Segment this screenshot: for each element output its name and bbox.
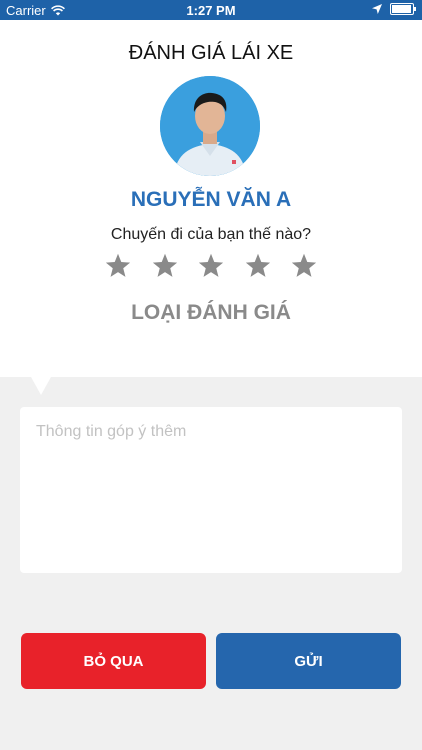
- star-rating[interactable]: [104, 252, 318, 282]
- skip-button[interactable]: BỎ QUA: [21, 633, 206, 689]
- driver-avatar: [160, 76, 260, 176]
- status-time: 1:27 PM: [186, 3, 236, 18]
- location-arrow-icon: [372, 4, 382, 14]
- feedback-input[interactable]: [20, 407, 402, 573]
- star-icon-5[interactable]: [290, 252, 318, 280]
- star-icon-1[interactable]: [104, 252, 132, 280]
- status-right: [372, 3, 416, 15]
- rating-card: ĐÁNH GIÁ LÁI XE NGUYỄN VĂN A Chuyến đi c…: [0, 20, 422, 377]
- battery-icon: [390, 3, 416, 15]
- star-icon-2[interactable]: [151, 252, 179, 280]
- status-bar: Carrier 1:27 PM: [0, 0, 422, 20]
- driver-name: NGUYỄN VĂN A: [130, 188, 292, 211]
- speech-pointer: [31, 377, 51, 395]
- star-icon-3[interactable]: [197, 252, 225, 280]
- rating-type-label: LOẠI ĐÁNH GIÁ: [131, 301, 291, 324]
- trip-question: Chuyến đi của bạn thế nào?: [110, 226, 312, 243]
- page-title: ĐÁNH GIÁ LÁI XE: [128, 42, 294, 64]
- send-button[interactable]: GỬI: [216, 633, 401, 689]
- star-icon-4[interactable]: [244, 252, 272, 280]
